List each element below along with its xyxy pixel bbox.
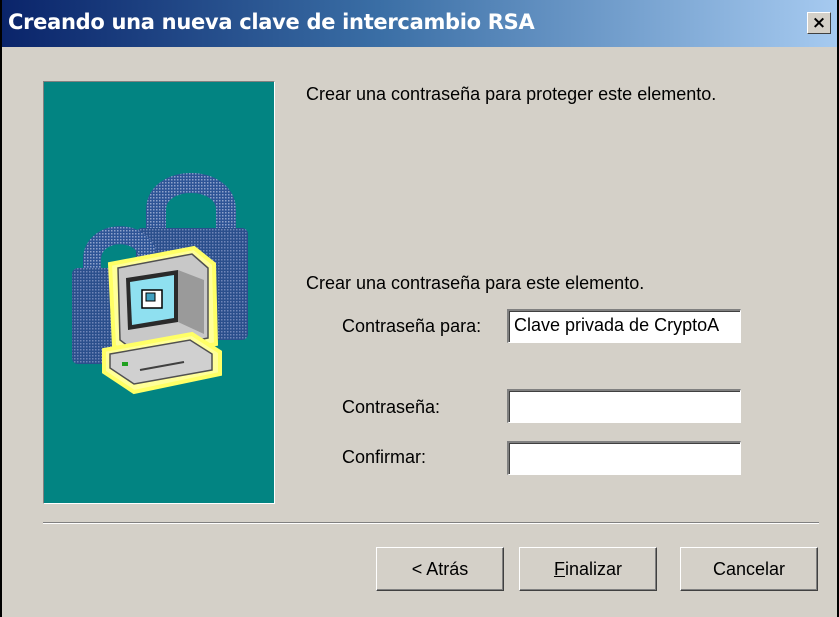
password-label: Contraseña:	[342, 397, 441, 417]
finish-button-label: inalizar	[564, 558, 623, 579]
title-bar[interactable]: Creando una nueva clave de intercambio R…	[2, 0, 837, 47]
dialog-window: Creando una nueva clave de intercambio R…	[0, 0, 839, 617]
computer-with-padlock-icon	[72, 173, 248, 395]
window-title: Creando una nueva clave de intercambio R…	[8, 10, 535, 34]
password-field[interactable]	[507, 389, 741, 423]
confirm-password-field[interactable]	[507, 441, 741, 475]
intro-text: Crear una contraseña para proteger este …	[306, 84, 717, 104]
back-button-label: < Atrás	[411, 558, 469, 579]
cancel-button[interactable]: Cancelar	[680, 547, 818, 591]
close-icon: ×	[811, 12, 827, 33]
password-for-label: Contraseña para:	[342, 316, 482, 336]
wizard-side-panel	[43, 81, 275, 504]
finish-mnemonic: F	[553, 558, 565, 579]
back-button[interactable]: < Atrás	[376, 547, 504, 591]
close-button[interactable]: ×	[807, 12, 831, 34]
finish-button[interactable]: Finalizar	[519, 547, 657, 591]
confirm-label: Confirmar:	[342, 447, 427, 467]
separator-line	[43, 522, 819, 524]
password-for-field[interactable]: Clave privada de CryptoA	[507, 309, 741, 343]
section-label: Crear una contraseña para este elemento.	[306, 273, 645, 293]
cancel-button-label: Cancelar	[712, 558, 786, 579]
